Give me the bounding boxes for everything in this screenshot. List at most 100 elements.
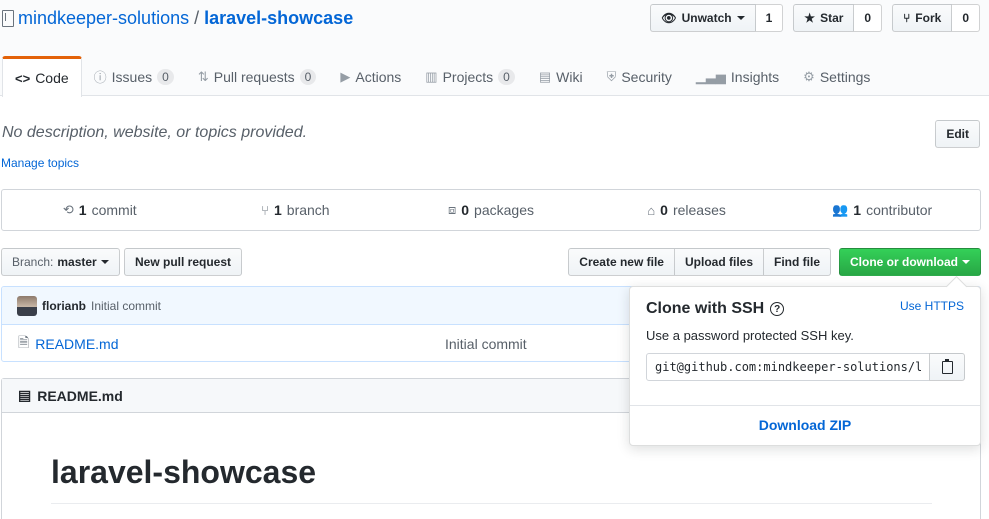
graph-icon: ▁▃▅ (695, 68, 726, 84)
find-file-button[interactable]: Find file (763, 248, 831, 276)
clone-popover: Clone with SSH ? Use HTTPS Use a passwor… (629, 286, 981, 446)
projects-counter: 0 (498, 68, 515, 85)
package-icon: ⧈ (447, 202, 457, 217)
commits-count: 1 (78, 202, 87, 218)
project-icon: ▥ (425, 68, 438, 84)
repo-title: mindkeeper-solutions / laravel-showcase (2, 8, 353, 29)
contributors-label: contributor (866, 202, 933, 218)
branch-select-button[interactable]: Branch: master (1, 248, 120, 276)
title-separator: / (194, 8, 200, 28)
play-icon: ▶ (340, 68, 351, 84)
code-icon: <> (15, 70, 31, 86)
star-label: Star (820, 11, 844, 25)
tab-pull-requests[interactable]: ⇅ Pull requests 0 (186, 56, 329, 97)
chevron-down-icon (100, 260, 109, 264)
forks-count[interactable]: 0 (952, 4, 980, 32)
repo-tabs: <> Code ⓘ Issues 0 ⇅ Pull requests 0 ▶ A… (2, 56, 882, 97)
repo-description: No description, website, or topics provi… (2, 124, 308, 141)
edit-button[interactable]: Edit (935, 120, 980, 148)
avatar[interactable] (17, 295, 37, 316)
readme-filename: README.md (37, 387, 123, 404)
releases-count: 0 (660, 202, 668, 218)
popover-divider (630, 405, 980, 406)
star-group: ★ Star 0 (793, 4, 883, 32)
pull-request-icon: ⇅ (197, 68, 209, 84)
commits-link[interactable]: ⟲ 1 commit (2, 190, 198, 230)
pull-requests-counter: 0 (299, 68, 317, 85)
branch-name: master (57, 255, 97, 269)
tab-code[interactable]: <> Code (2, 56, 82, 97)
tab-security[interactable]: ⛨ Security (595, 56, 684, 97)
tag-icon: ⌂ (647, 202, 656, 218)
tab-projects[interactable]: ▥ Projects 0 (413, 56, 527, 97)
clone-or-download-button[interactable]: Clone or download (839, 248, 981, 276)
new-pull-request-button[interactable]: New pull request (124, 248, 243, 276)
tab-label: Code (35, 70, 69, 86)
file-link[interactable]: README.md (35, 336, 118, 352)
branches-label: branch (286, 202, 330, 218)
releases-label: releases (672, 202, 726, 218)
fork-icon: ⑂ (903, 11, 911, 25)
stars-count[interactable]: 0 (854, 4, 883, 32)
contributors-count: 1 (853, 202, 862, 218)
book-icon: ▤ (538, 68, 552, 84)
tab-wiki[interactable]: ▤ Wiki (527, 56, 595, 97)
download-zip-link[interactable]: Download ZIP (630, 417, 980, 433)
numbers-summary: ⟲ 1 commit ⑂ 1 branch ⧈ 0 packages ⌂ 0 r… (1, 189, 981, 231)
issue-icon: ⓘ (93, 70, 107, 85)
chevron-down-icon (962, 260, 970, 264)
tab-issues[interactable]: ⓘ Issues 0 (82, 56, 186, 97)
manage-topics-link[interactable]: Manage topics (1, 156, 79, 170)
commit-author[interactable]: florianb (42, 299, 86, 313)
unwatch-label: Unwatch (681, 11, 732, 25)
unwatch-button[interactable]: 👁 Unwatch (650, 4, 756, 32)
history-icon: ⟲ (62, 202, 74, 217)
watch-group: 👁 Unwatch 1 (650, 4, 784, 32)
clone-description: Use a password protected SSH key. (646, 328, 854, 343)
branch-icon: ⑂ (261, 202, 269, 218)
use-https-link[interactable]: Use HTTPS (900, 299, 964, 313)
shield-icon: ⛨ (606, 68, 617, 84)
branch-prefix: Branch: (12, 255, 54, 269)
clone-url-input[interactable] (646, 353, 930, 381)
heading-divider (51, 503, 932, 504)
branches-link[interactable]: ⑂ 1 branch (198, 190, 394, 230)
fork-group: ⑂ Fork 0 (892, 4, 980, 32)
gear-icon: ⚙ (803, 68, 815, 84)
packages-label: packages (474, 202, 534, 218)
issues-counter: 0 (157, 68, 174, 85)
contributors-link[interactable]: 👥 1 contributor (784, 190, 980, 230)
clipboard-icon (941, 358, 953, 374)
tab-label: Projects (442, 68, 494, 85)
star-icon: ★ (804, 11, 816, 25)
book-icon: ▤ (18, 387, 32, 403)
file-icon: 🗎 (18, 333, 30, 350)
tab-settings[interactable]: ⚙ Settings (791, 56, 882, 97)
repo-header: mindkeeper-solutions / laravel-showcase … (0, 0, 989, 97)
tab-label: Settings (819, 68, 871, 85)
repo-actions: 👁 Unwatch 1 ★ Star 0 ⑂ Fork 0 (650, 4, 980, 32)
clone-label: Clone or download (850, 255, 958, 269)
file-commit-message[interactable]: Initial commit (445, 336, 527, 352)
commit-message[interactable]: Initial commit (91, 299, 161, 313)
question-icon[interactable]: ? (770, 302, 785, 316)
tab-label: Security (621, 68, 672, 85)
repo-icon (2, 10, 14, 27)
packages-link[interactable]: ⧈ 0 packages (393, 190, 589, 230)
chevron-down-icon (736, 16, 745, 20)
clone-title: Clone with SSH ? (646, 300, 785, 318)
releases-link[interactable]: ⌂ 0 releases (589, 190, 785, 230)
repo-owner-link[interactable]: mindkeeper-solutions (18, 8, 189, 29)
file-navigation: Branch: master New pull request Create n… (1, 248, 981, 276)
tab-insights[interactable]: ▁▃▅ Insights (684, 56, 791, 97)
create-new-file-button[interactable]: Create new file (568, 248, 675, 276)
tab-label: Wiki (556, 68, 583, 85)
tab-actions[interactable]: ▶ Actions (328, 56, 413, 97)
fork-button[interactable]: ⑂ Fork (892, 4, 953, 32)
watchers-count[interactable]: 1 (755, 4, 784, 32)
repo-name-link[interactable]: laravel-showcase (204, 8, 353, 29)
upload-files-button[interactable]: Upload files (673, 248, 764, 276)
clone-title-text: Clone with SSH (646, 300, 765, 317)
copy-url-button[interactable] (929, 353, 965, 381)
star-button[interactable]: ★ Star (793, 4, 855, 32)
